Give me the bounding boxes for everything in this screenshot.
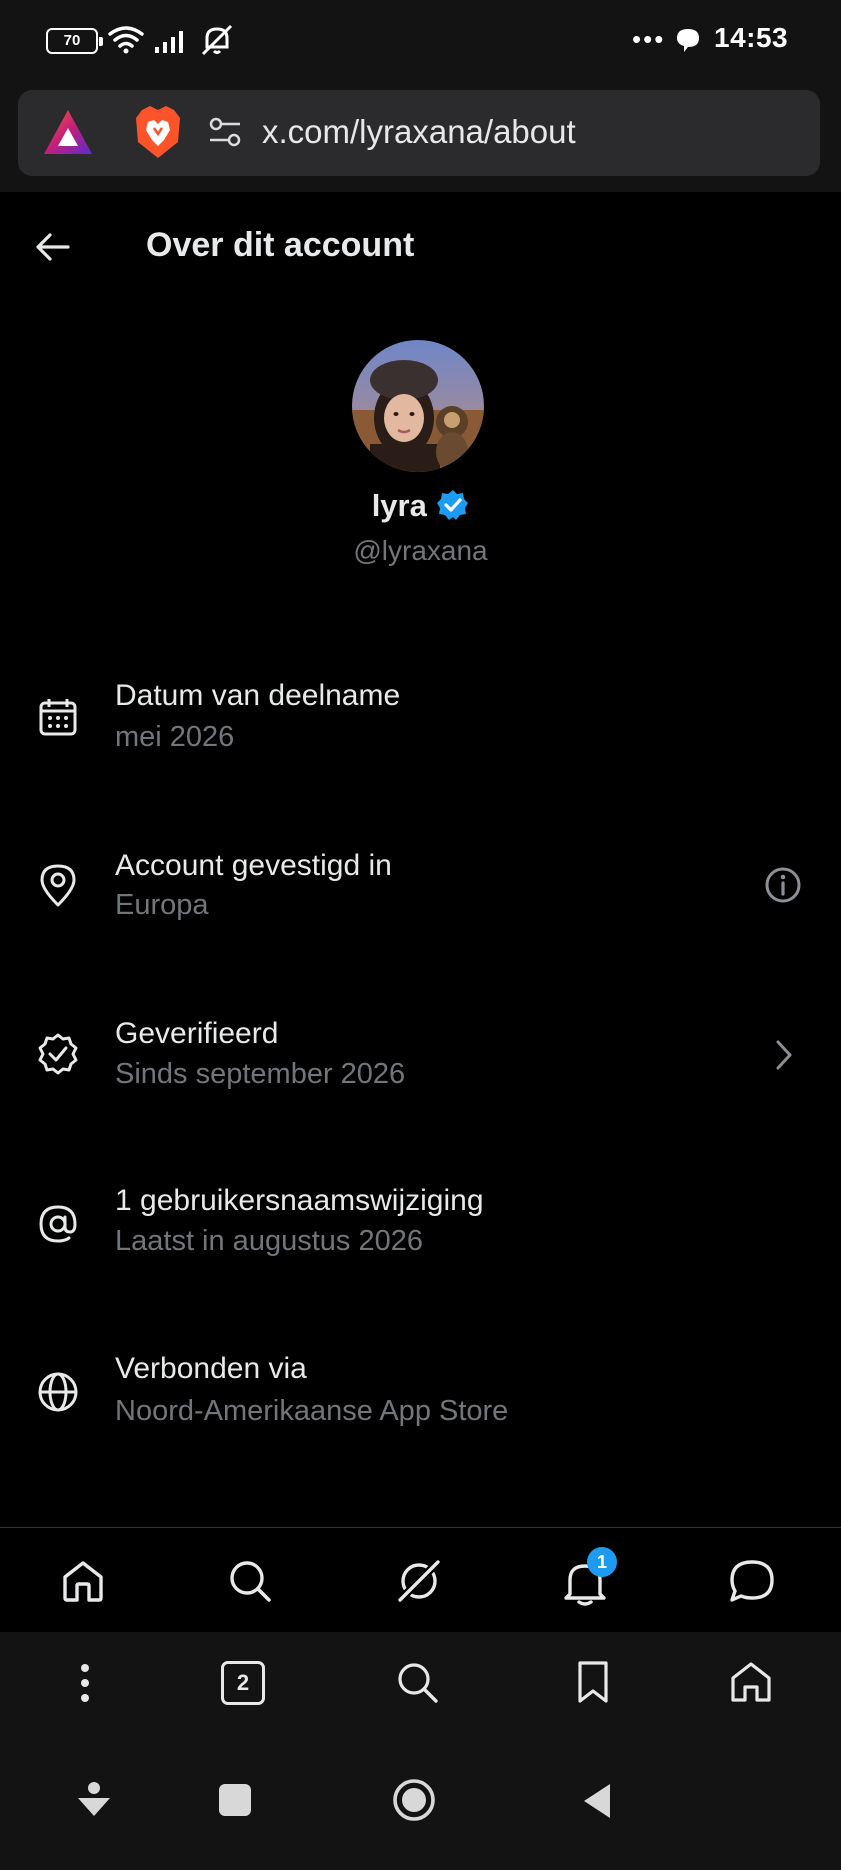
- row-subtitle: mei 2026: [115, 721, 235, 753]
- verified-badge-icon: [38, 1033, 78, 1075]
- row-title: 1 gebruikersnaamswijziging: [115, 1184, 484, 1217]
- system-navigation-bar: [0, 1740, 841, 1870]
- battery-level: 70: [63, 32, 81, 49]
- row-subtitle: Laatst in augustus 2026: [115, 1225, 423, 1257]
- status-bar: 70 ••• 14:53: [0, 0, 841, 82]
- row-title: Account gevestigd in: [115, 849, 392, 882]
- profile-name-row: lyra: [0, 488, 841, 524]
- at-sign-icon: [39, 1205, 77, 1243]
- row-title: Verbonden via: [115, 1352, 307, 1385]
- search-icon[interactable]: [227, 1558, 273, 1604]
- page-title: Over dit account: [146, 226, 415, 264]
- info-icon[interactable]: [764, 866, 802, 904]
- globe-icon: [38, 1372, 78, 1412]
- browser-bottom-toolbar: 2: [0, 1632, 841, 1740]
- address-bar[interactable]: x.com/lyraxana/about: [18, 90, 820, 176]
- row-title: Geverifieerd: [115, 1017, 279, 1050]
- bottom-tab-bar: 1: [0, 1527, 841, 1633]
- chat-notification-icon: [677, 29, 699, 52]
- back-arrow-icon[interactable]: [36, 232, 70, 262]
- recents-button[interactable]: [219, 1784, 251, 1816]
- more-notifications-icon: •••: [632, 24, 666, 54]
- calendar-icon: [39, 699, 77, 736]
- verified-check-icon[interactable]: [437, 489, 469, 521]
- info-row-username-changes: 1 gebruikersnaamswijziging Laatst in aug…: [0, 1168, 841, 1278]
- back-button-icon[interactable]: [580, 1782, 614, 1820]
- home-icon[interactable]: [60, 1558, 106, 1604]
- assistant-down-icon[interactable]: [74, 1780, 114, 1820]
- info-row-join-date: Datum van deelname mei 2026: [0, 660, 841, 770]
- brave-shields-icon[interactable]: [134, 104, 182, 160]
- username-handle: @lyraxana: [353, 535, 488, 566]
- info-row-connected-via: Verbonden via Noord-Amerikaanse App Stor…: [0, 1336, 841, 1446]
- row-subtitle: Sinds september 2026: [115, 1058, 406, 1090]
- tab-switcher-button[interactable]: 2: [221, 1661, 265, 1705]
- clock: 14:53: [714, 22, 789, 53]
- display-name: lyra: [371, 488, 427, 523]
- home-button-icon[interactable]: [392, 1778, 436, 1822]
- battery-icon: 70: [46, 28, 103, 54]
- muted-bell-icon: [201, 24, 233, 56]
- url-text[interactable]: x.com/lyraxana/about: [262, 113, 576, 151]
- location-pin-icon: [40, 864, 76, 907]
- avatar[interactable]: [352, 340, 484, 472]
- grok-icon[interactable]: [394, 1556, 444, 1606]
- browser-search-icon[interactable]: [395, 1660, 439, 1704]
- site-settings-icon[interactable]: [208, 116, 242, 148]
- signal-icon: [155, 31, 183, 53]
- info-row-account-location: Account gevestigd in Europa: [0, 830, 841, 940]
- menu-dots-icon[interactable]: [78, 1662, 92, 1704]
- row-title: Datum van deelname: [115, 679, 401, 712]
- brave-rewards-icon[interactable]: [42, 108, 94, 156]
- row-subtitle: Europa: [115, 889, 209, 921]
- chevron-right-icon[interactable]: [774, 1039, 794, 1071]
- browser-home-icon[interactable]: [729, 1660, 773, 1704]
- info-row-verified[interactable]: Geverifieerd Sinds september 2026: [0, 999, 841, 1109]
- bookmark-icon[interactable]: [576, 1660, 610, 1704]
- messages-icon[interactable]: [728, 1558, 776, 1604]
- notification-badge: 1: [587, 1547, 617, 1577]
- wifi-icon: [108, 26, 144, 54]
- row-subtitle: Noord-Amerikaanse App Store: [115, 1395, 509, 1427]
